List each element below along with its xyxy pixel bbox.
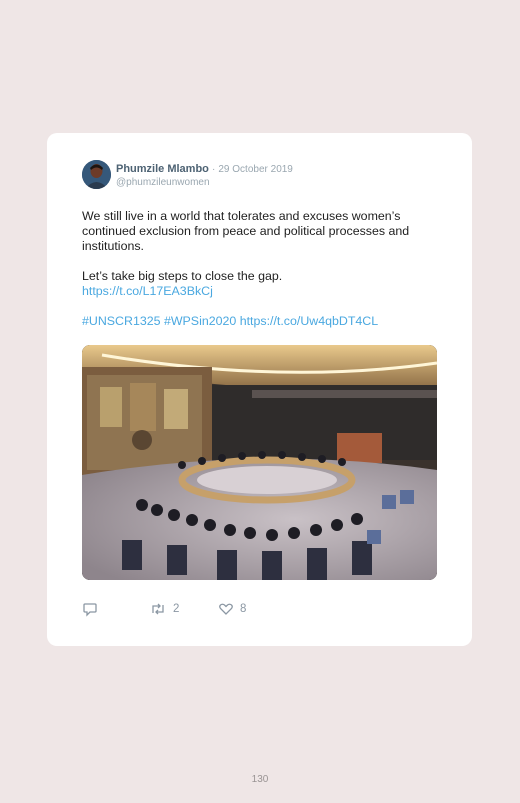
retweet-count: 2 [173,603,180,615]
author-line: Phumzile Mlambo · 29 October 2019 [116,163,293,175]
tweet-card: Phumzile Mlambo · 29 October 2019 @phumz… [47,133,472,646]
tweet-date[interactable]: 29 October 2019 [218,164,293,175]
tweet-paragraph-2: Let’s take big steps to close the gap. [82,269,283,283]
like-button[interactable]: 8 [218,601,246,617]
author-name[interactable]: Phumzile Mlambo [116,163,209,175]
like-count: 8 [240,603,247,615]
tweet-link[interactable]: https://t.co/L17EA3BkCj [82,284,447,299]
tweet-text: We still live in a world that tolerates … [82,209,447,329]
author-handle[interactable]: @phumzileunwomen [116,177,210,188]
tweet-actions: 2 8 [82,601,282,619]
page-number: 130 [251,774,269,785]
reply-icon [82,601,98,617]
reply-button[interactable] [82,601,98,617]
retweet-button[interactable]: 2 [149,601,179,617]
tweet-hashtags[interactable]: #UNSCR1325 #WPSin2020 https://t.co/Uw4qb… [82,314,447,329]
retweet-icon [149,601,167,617]
avatar[interactable] [82,160,111,189]
tweet-photo[interactable] [82,345,437,580]
tweet-paragraph-1: We still live in a world that tolerates … [82,209,410,253]
heart-icon [218,601,234,617]
separator: · [211,164,216,175]
